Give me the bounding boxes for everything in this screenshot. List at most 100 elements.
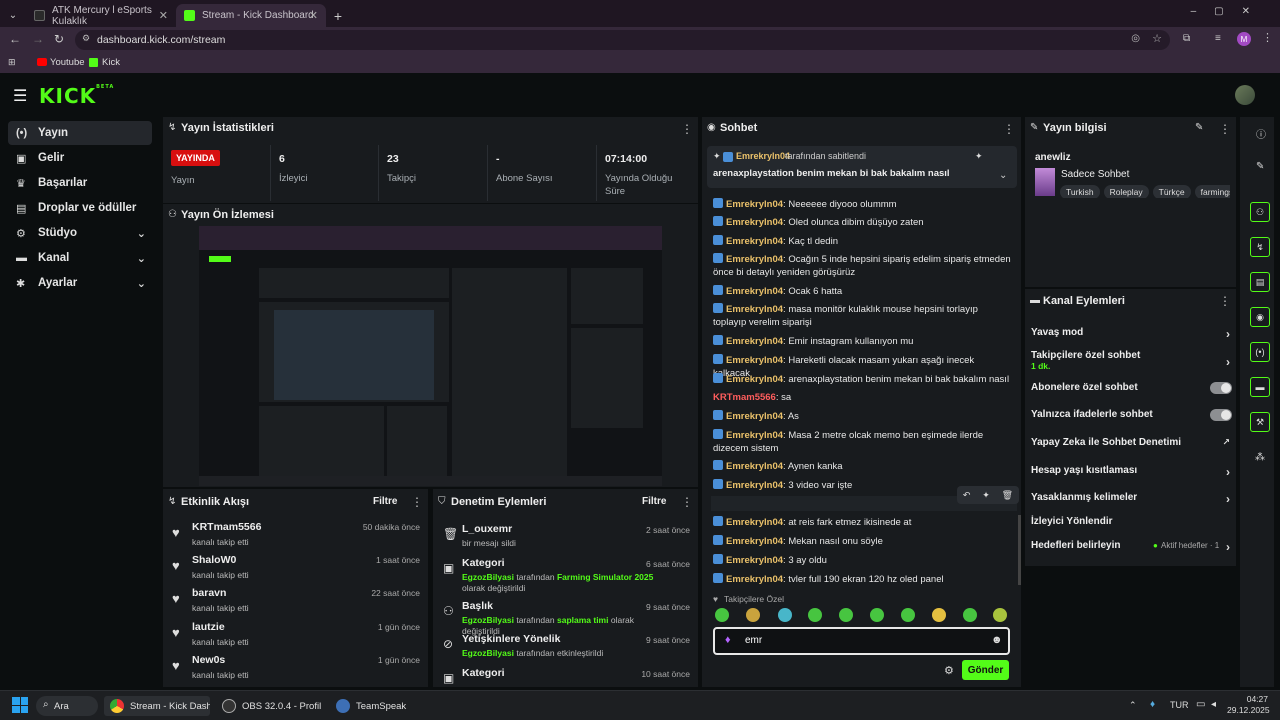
feed-user[interactable]: KRTmam5566 xyxy=(192,521,261,533)
action-follower-only[interactable]: Takipçilere özel sohbet 1 dk. › xyxy=(1031,350,1234,372)
action-account-age[interactable]: Hesap yaşı kısıtlaması › xyxy=(1031,465,1234,479)
action-slow-mode[interactable]: Yavaş mod › xyxy=(1031,327,1234,341)
emoji-icon[interactable]: ☻ xyxy=(991,634,1003,646)
tag[interactable]: farmingsi xyxy=(1194,185,1230,198)
hamburger-menu-icon[interactable]: ☰ xyxy=(13,86,27,106)
chat-message[interactable]: Emrekryln04: Mekan nasıl onu söyle xyxy=(713,535,1013,548)
more-icon[interactable]: ⋮ xyxy=(1003,122,1015,136)
emote-icon[interactable] xyxy=(808,608,822,622)
emote-icon[interactable] xyxy=(839,608,853,622)
mod-user[interactable]: EgzozBilyasi xyxy=(462,572,514,582)
window-controls[interactable]: –▢✕ xyxy=(1191,6,1268,17)
bookmark-youtube[interactable]: Youtube xyxy=(50,57,85,68)
chat-message[interactable]: KRTmam5566: sa xyxy=(713,391,1013,404)
chat-message[interactable]: Emrekryln04: masa monitör kulaklık mouse… xyxy=(713,303,1013,329)
url-field[interactable]: ⚙ dashboard.kick.com/stream ◎ ☆ xyxy=(75,30,1170,50)
sidebar-item-kanal[interactable]: ▬ Kanal ⌄ xyxy=(8,246,152,270)
filter-button[interactable]: Filtre xyxy=(642,496,666,507)
sidebar-item-droplar[interactable]: ▤ Droplar ve ödüller xyxy=(8,196,152,220)
tab-list-icon[interactable]: ⌄ xyxy=(0,4,26,27)
clock-time[interactable]: 04:27 xyxy=(1232,694,1268,704)
chat-settings-icon[interactable]: ⚙ xyxy=(944,664,954,677)
tag[interactable]: Turkish xyxy=(1060,185,1100,198)
more-icon[interactable]: ⋮ xyxy=(1219,122,1231,136)
reload-icon[interactable]: ↻ xyxy=(54,32,64,46)
chat-message[interactable]: Emrekryln04: Ocağın 5 inde hepsini sipar… xyxy=(713,253,1013,279)
chat-username[interactable]: Emrekryln04 xyxy=(726,286,783,297)
more-icon[interactable]: ⋮ xyxy=(411,495,423,509)
delete-icon[interactable]: 🗑 xyxy=(1002,490,1013,501)
chat-scrollbar[interactable] xyxy=(1018,515,1021,585)
feed-user[interactable]: ShaloW0 xyxy=(192,554,236,566)
media-icon[interactable]: ≡ xyxy=(1215,33,1221,44)
chat-message[interactable]: Emrekryln04: Ocak 6 hatta xyxy=(713,285,1013,298)
chat-username[interactable]: Emrekryln04 xyxy=(726,411,783,422)
pinned-message[interactable]: ✦ Emrekryln04 tarafından sabitlendi ✦ ar… xyxy=(707,146,1017,188)
sidebar-item-gelir[interactable]: ▣ Gelir xyxy=(8,146,152,170)
taskbar-app-chrome[interactable]: Stream - Kick Dashboard xyxy=(104,696,210,716)
pin-icon[interactable]: ✦ xyxy=(982,490,990,501)
emote-icon[interactable] xyxy=(963,608,977,622)
back-icon[interactable]: ← xyxy=(9,32,21,46)
more-icon[interactable]: ⋮ xyxy=(681,122,693,136)
chat-message[interactable]: Emrekryln04: Neeeeee diyooo olummm xyxy=(713,198,1013,211)
taskbar-app-obs[interactable]: OBS 32.0.4 - Profil: İsimsi xyxy=(218,696,322,716)
browser-menu-icon[interactable]: ⋮ xyxy=(1262,31,1273,44)
sidebar-item-yayin[interactable]: (•) Yayın xyxy=(8,121,152,145)
eye-off-icon[interactable]: ◎ xyxy=(1131,33,1140,44)
chat-message[interactable]: Emrekryln04: tvler full 190 ekran 120 hz… xyxy=(713,573,1013,586)
sidebar-item-basarilar[interactable]: ♛ Başarılar xyxy=(8,171,152,195)
chevron-down-icon[interactable]: ⌄ xyxy=(999,170,1007,181)
bookmark-star-icon[interactable]: ☆ xyxy=(1152,32,1162,45)
action-set-goals[interactable]: Hedefleri belirleyin ● Aktif hedefler · 1 › xyxy=(1031,540,1234,554)
mod-user[interactable]: EgzozBilyasi xyxy=(462,615,514,625)
apps-icon[interactable]: ⁂ xyxy=(1255,452,1265,463)
tag[interactable]: Türkçe xyxy=(1152,185,1191,198)
unpin-icon[interactable]: ✦ xyxy=(975,151,983,162)
profile-avatar[interactable]: M xyxy=(1237,32,1251,46)
edit-info-icon[interactable]: ✎ xyxy=(1195,122,1203,133)
new-tab-icon[interactable]: + xyxy=(326,4,350,27)
tray-chevron-icon[interactable]: ⌃ xyxy=(1129,700,1137,711)
extensions-icon[interactable]: ⧉ xyxy=(1183,33,1190,44)
chat-message[interactable]: Emrekryln04: Aynen kanka xyxy=(713,460,1013,473)
mic-tray-icon[interactable]: ♦ xyxy=(1150,699,1155,710)
chat-message[interactable]: Emrekryln04: Emir instagram kullanıyon m… xyxy=(713,335,1013,348)
sidebar-item-ayarlar[interactable]: ✱ Ayarlar ⌄ xyxy=(8,271,152,295)
tool-chat-icon[interactable]: ◉ xyxy=(1250,307,1270,327)
microphone-icon[interactable]: ♦ xyxy=(725,634,731,646)
chat-message[interactable]: Emrekryln04: arenaxplaystation benim mek… xyxy=(713,373,1013,386)
info-icon[interactable]: ⓘ xyxy=(1256,126,1266,141)
taskbar-app-teamspeak[interactable]: TeamSpeak xyxy=(332,696,432,716)
pencil-icon[interactable]: ✎ xyxy=(1256,161,1264,172)
chat-message[interactable]: Emrekryln04: at reis fark etmez ikisined… xyxy=(713,516,1013,529)
chat-username[interactable]: KRTmam5566 xyxy=(713,392,776,403)
site-info-icon[interactable]: ⚙ xyxy=(82,33,90,44)
action-ai-moderation[interactable]: Yapay Zeka ile Sohbet Denetimi ↗ xyxy=(1031,437,1234,448)
chat-username[interactable]: Emrekryln04 xyxy=(726,355,783,366)
browser-tab-atk[interactable]: ATK Mercury l eSports Kulaklık ✕ xyxy=(26,4,176,27)
clock-date[interactable]: 29.12.2025 xyxy=(1227,705,1270,715)
chat-username[interactable]: Emrekryln04 xyxy=(726,480,783,491)
chat-message[interactable]: Emrekryln04: Masa 2 metre olcak memo ben… xyxy=(713,429,1013,455)
chat-input[interactable]: ♦ emr ☻ xyxy=(713,627,1010,655)
filter-button[interactable]: Filtre xyxy=(373,496,397,507)
stream-preview-video[interactable] xyxy=(199,226,662,486)
tool-moderation-icon[interactable]: ⚒ xyxy=(1250,412,1270,432)
browser-tab-kick[interactable]: Stream - Kick Dashboard ✕ xyxy=(176,4,326,27)
chat-username[interactable]: Emrekryln04 xyxy=(726,555,783,566)
chat-username[interactable]: Emrekryln04 xyxy=(726,430,783,441)
emote-icon[interactable] xyxy=(870,608,884,622)
tag[interactable]: Roleplay xyxy=(1103,185,1149,198)
more-icon[interactable]: ⋮ xyxy=(681,495,693,509)
chat-message[interactable]: Emrekryln04: Oled olunca dibim düşüyo za… xyxy=(713,216,1013,229)
chat-username[interactable]: Emrekryln04 xyxy=(726,536,783,547)
chat-message[interactable]: Emrekryln04: 3 ay oldu xyxy=(713,554,1013,567)
volume-icon[interactable]: ◂ xyxy=(1211,699,1216,710)
feed-user[interactable]: New0s xyxy=(192,654,225,666)
chat-username[interactable]: Emrekryln04 xyxy=(726,374,783,385)
emote-icon[interactable] xyxy=(993,608,1007,622)
chat-username[interactable]: Emrekryln04 xyxy=(726,217,783,228)
taskbar-search[interactable]: ⌕ Ara xyxy=(36,696,98,716)
chat-username[interactable]: Emrekryln04 xyxy=(726,461,783,472)
